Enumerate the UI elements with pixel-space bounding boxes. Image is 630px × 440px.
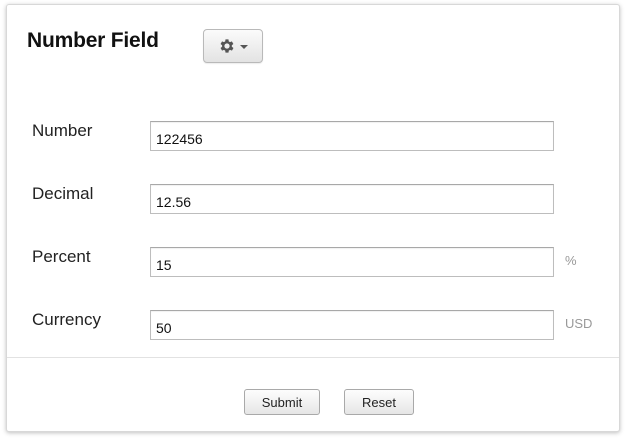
field-row-number: Number: [7, 119, 621, 151]
form-panel: Number Field Number Decimal Percent % Cu…: [6, 4, 620, 432]
page-title: Number Field: [27, 29, 159, 52]
percent-input[interactable]: [150, 247, 554, 277]
currency-suffix: USD: [565, 316, 593, 331]
settings-dropdown-button[interactable]: [203, 29, 263, 63]
percent-suffix: %: [565, 253, 577, 268]
field-row-currency: Currency USD: [7, 308, 621, 340]
currency-input[interactable]: [150, 310, 554, 340]
footer-divider: [7, 357, 619, 358]
number-label: Number: [32, 121, 93, 140]
percent-label: Percent: [32, 247, 91, 266]
decimal-input[interactable]: [150, 184, 554, 214]
field-row-decimal: Decimal: [7, 182, 621, 214]
gear-icon: [218, 37, 236, 55]
chevron-down-icon: [240, 44, 248, 49]
submit-button[interactable]: Submit: [244, 389, 320, 415]
form-header: Number Field: [27, 29, 159, 53]
field-row-percent: Percent %: [7, 245, 621, 277]
decimal-label: Decimal: [32, 184, 94, 203]
reset-button[interactable]: Reset: [344, 389, 414, 415]
number-input[interactable]: [150, 121, 554, 151]
currency-label: Currency: [32, 310, 101, 329]
